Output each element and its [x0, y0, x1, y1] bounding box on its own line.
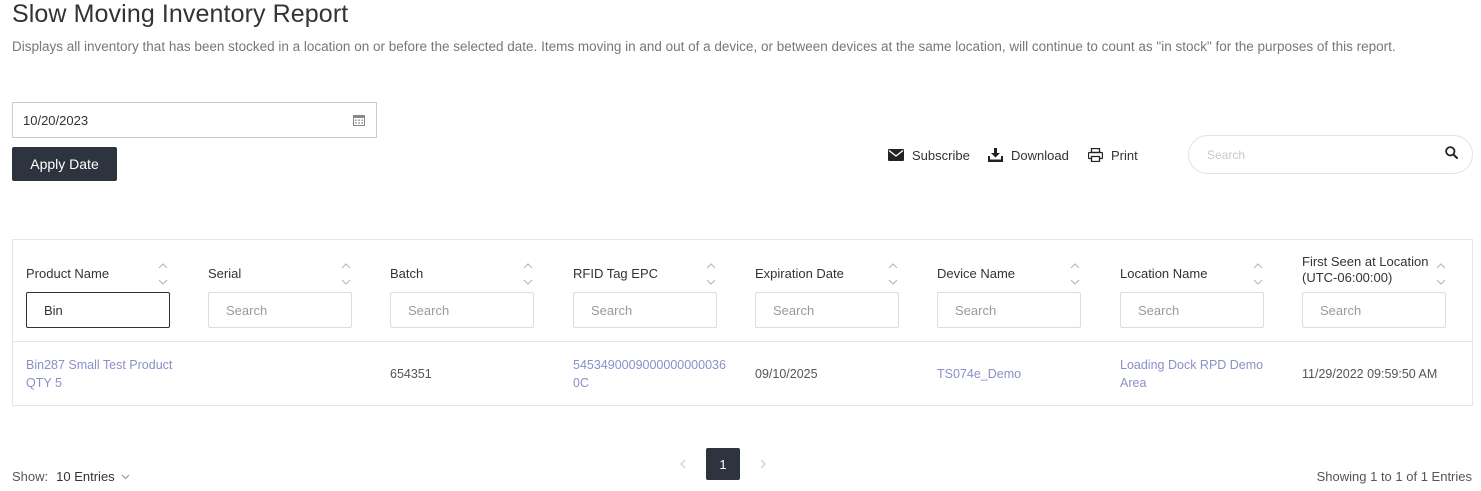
- column-label-line1: First Seen at Location: [1302, 254, 1429, 269]
- serial-cell: [208, 342, 368, 406]
- global-search-box[interactable]: [1188, 135, 1473, 174]
- column-expiration-date: Expiration Date: [755, 240, 920, 341]
- show-label: Show:: [12, 469, 49, 484]
- date-picker-input[interactable]: 10/20/2023: [12, 102, 377, 138]
- global-search-input[interactable]: [1207, 147, 1445, 162]
- inventory-table: Product Name Serial Batch RFID Tag EPC E…: [12, 239, 1473, 406]
- table-row: Bin287 Small Test Product QTY 5 654351 54…: [13, 342, 1472, 406]
- print-button[interactable]: Print: [1088, 146, 1138, 164]
- column-device-name: Device Name: [937, 240, 1102, 341]
- page-size-control: Show: 10 Entries: [12, 469, 130, 484]
- print-label: Print: [1111, 147, 1138, 163]
- expiration-date-filter-input[interactable]: [755, 292, 899, 328]
- page-1-button[interactable]: 1: [706, 448, 740, 480]
- first-seen-cell: 11/29/2022 09:59:50 AM: [1302, 367, 1438, 381]
- printer-icon: [1088, 148, 1103, 162]
- sort-icon[interactable]: [1436, 262, 1446, 286]
- download-icon: [988, 148, 1003, 162]
- column-label: First Seen at Location (UTC-06:00:00): [1302, 254, 1428, 286]
- sort-icon[interactable]: [706, 262, 716, 286]
- column-label-line2: (UTC-06:00:00): [1302, 270, 1393, 285]
- sort-icon[interactable]: [158, 262, 168, 286]
- date-value: 10/20/2023: [23, 112, 89, 128]
- column-serial: Serial: [208, 240, 373, 341]
- sort-icon[interactable]: [341, 262, 351, 286]
- download-button[interactable]: Download: [988, 146, 1069, 164]
- column-product-name: Product Name: [26, 240, 191, 341]
- column-label: Product Name: [26, 266, 110, 281]
- location-name-filter-input[interactable]: [1120, 292, 1264, 328]
- chevron-down-icon: [121, 474, 130, 479]
- column-label: Location Name: [1120, 266, 1208, 281]
- column-location-name: Location Name: [1120, 240, 1285, 341]
- serial-filter-input[interactable]: [208, 292, 352, 328]
- entries-value: 10 Entries: [56, 469, 115, 484]
- table-header-row: Product Name Serial Batch RFID Tag EPC E…: [13, 240, 1472, 342]
- batch-filter-input[interactable]: [390, 292, 534, 328]
- sort-icon[interactable]: [888, 262, 898, 286]
- envelope-icon: [888, 149, 904, 161]
- page-title: Slow Moving Inventory Report: [12, 0, 349, 28]
- page-description: Displays all inventory that has been sto…: [12, 39, 1396, 54]
- column-label: Device Name: [937, 266, 1016, 281]
- subscribe-button[interactable]: Subscribe: [888, 146, 970, 164]
- rfid-filter-input[interactable]: [573, 292, 717, 328]
- sort-icon[interactable]: [1253, 262, 1263, 286]
- device-name-cell[interactable]: TS074e_Demo: [937, 342, 1097, 406]
- column-first-seen: First Seen at Location (UTC-06:00:00): [1302, 240, 1467, 341]
- calendar-icon[interactable]: [352, 113, 366, 127]
- column-label: Serial: [208, 266, 242, 281]
- column-label: Batch: [390, 266, 424, 281]
- entries-summary: Showing 1 to 1 of 1 Entries: [1316, 469, 1472, 484]
- chevron-right-icon: [760, 459, 766, 469]
- next-page-button[interactable]: [746, 448, 780, 480]
- rfid-cell[interactable]: 5453490009000000000036 0C: [573, 342, 743, 406]
- product-name-cell[interactable]: Bin287 Small Test Product QTY 5: [26, 342, 196, 406]
- location-name-cell[interactable]: Loading Dock RPD Demo Area: [1120, 342, 1280, 406]
- column-label: RFID Tag EPC: [573, 266, 659, 281]
- batch-cell: 654351: [390, 367, 432, 381]
- sort-icon[interactable]: [1070, 262, 1080, 286]
- column-label: Expiration Date: [755, 266, 844, 281]
- column-batch: Batch: [390, 240, 555, 341]
- search-icon[interactable]: [1445, 145, 1458, 164]
- pagination: 1: [666, 448, 780, 480]
- chevron-left-icon: [680, 459, 686, 469]
- download-label: Download: [1011, 147, 1069, 163]
- first-seen-filter-input[interactable]: [1302, 292, 1446, 328]
- apply-date-button[interactable]: Apply Date: [12, 147, 117, 181]
- subscribe-label: Subscribe: [912, 147, 970, 163]
- expiration-date-cell: 09/10/2025: [755, 367, 818, 381]
- device-name-filter-input[interactable]: [937, 292, 1081, 328]
- sort-icon[interactable]: [523, 262, 533, 286]
- column-rfid-tag-epc: RFID Tag EPC: [573, 240, 738, 341]
- previous-page-button[interactable]: [666, 448, 700, 480]
- product-name-filter-input[interactable]: [26, 292, 170, 328]
- entries-dropdown[interactable]: 10 Entries: [56, 469, 130, 484]
